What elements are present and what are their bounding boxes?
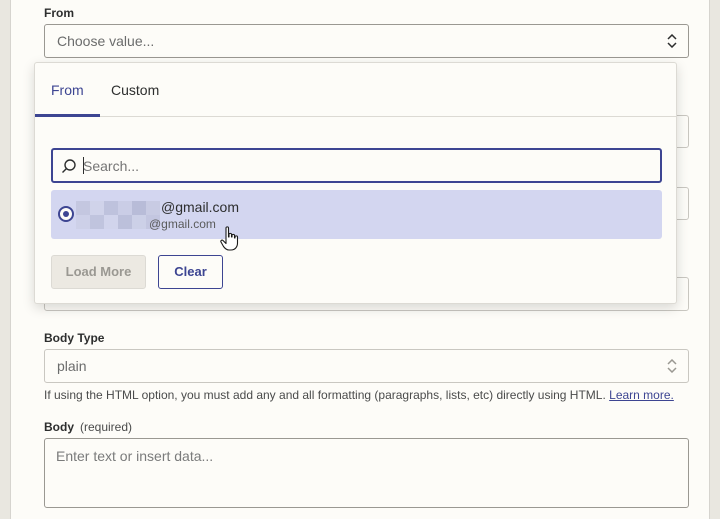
updown-chevron-icon [667,34,677,48]
load-more-button[interactable]: Load More [51,255,146,289]
tab-custom[interactable]: Custom [95,63,175,117]
text-caret [83,157,84,174]
body-type-help: If using the HTML option, you must add a… [44,388,674,402]
body-label: Body (required) [44,420,132,434]
body-type-label: Body Type [44,331,105,345]
body-type-select[interactable]: plain [44,349,689,383]
required-note: (required) [80,420,133,434]
hand-cursor-icon [220,226,239,251]
from-dropdown-popover: From Custom @gmail.com @gmail.com L [34,62,677,304]
option-primary-email: @gmail.com [161,199,240,215]
dropdown-search-box[interactable] [51,148,662,183]
tab-from[interactable]: From [35,63,100,117]
body-textarea[interactable]: Enter text or insert data... [44,438,689,508]
option-secondary-email: @gmail.com [149,217,216,231]
from-label: From [44,6,74,20]
from-select[interactable]: Choose value... [44,24,689,58]
from-select-placeholder: Choose value... [57,33,155,49]
search-icon [62,159,76,173]
radio-selected-icon[interactable] [58,206,74,222]
clear-button[interactable]: Clear [158,255,223,289]
body-placeholder: Enter text or insert data... [56,448,214,464]
help-text: If using the HTML option, you must add a… [44,388,606,402]
account-option[interactable]: @gmail.com @gmail.com [51,190,662,239]
body-label-text: Body [44,420,74,434]
updown-chevron-icon [667,359,677,373]
search-input[interactable] [83,157,643,175]
learn-more-link[interactable]: Learn more. [609,388,674,402]
dropdown-tabs: From Custom [35,63,676,117]
body-type-value: plain [57,358,87,374]
